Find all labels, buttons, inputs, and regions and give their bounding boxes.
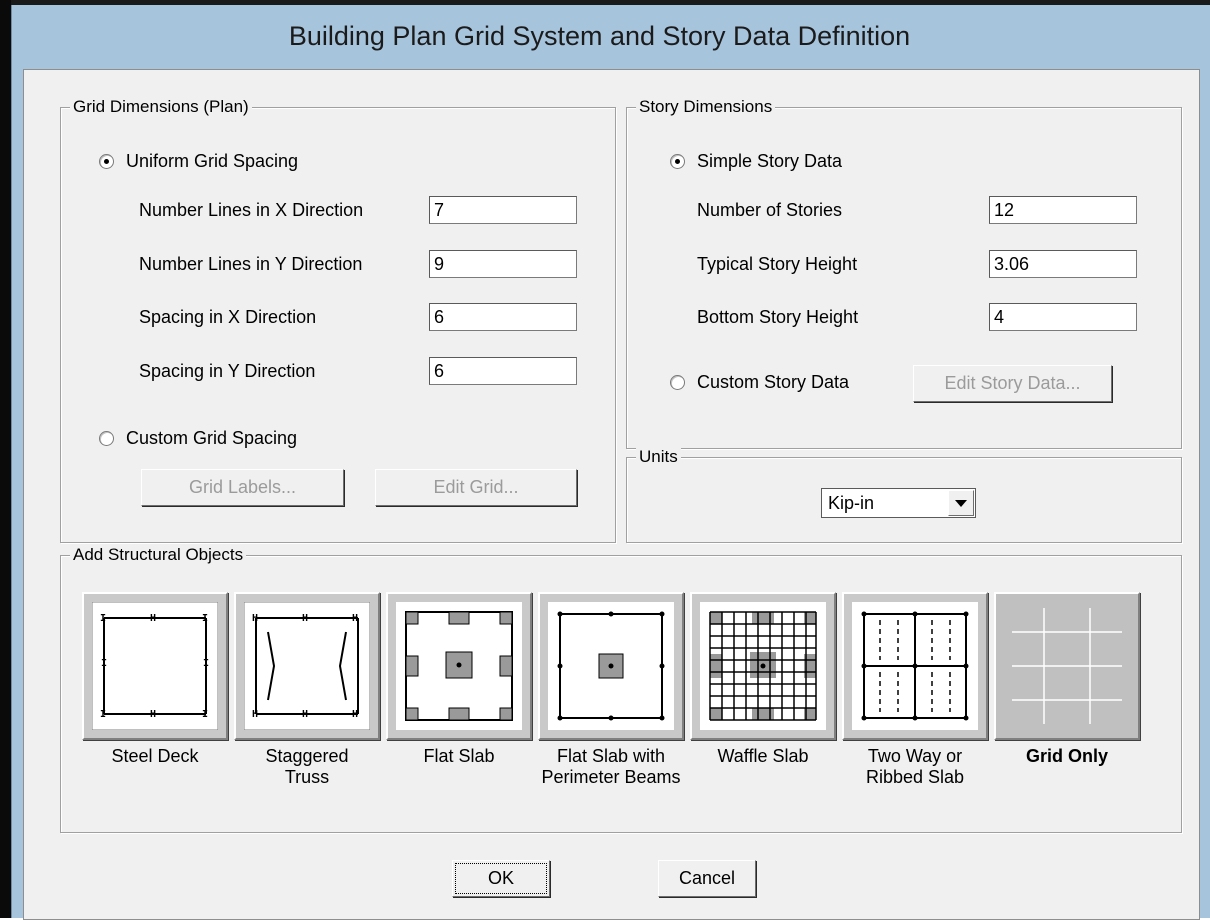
dialog-window: Building Plan Grid System and Story Data…: [11, 5, 1210, 920]
flat-slab-icon: [396, 602, 522, 730]
uniform-grid-spacing-radio[interactable]: Uniform Grid Spacing: [99, 151, 298, 172]
grid-dimensions-group: Grid Dimensions (Plan) Uniform Grid Spac…: [60, 97, 616, 543]
steel-deck-icon: I I I I H H I I: [92, 602, 218, 730]
structural-objects-legend: Add Structural Objects: [70, 545, 247, 565]
radio-selected-dot: [104, 159, 109, 164]
svg-text:H: H: [252, 613, 258, 624]
flat-slab-perimeter-beams-button[interactable]: [538, 592, 684, 740]
dialog-title: Building Plan Grid System and Story Data…: [288, 20, 911, 51]
spacing-x-input[interactable]: [429, 303, 577, 331]
number-of-stories-label: Number of Stories: [697, 200, 843, 220]
uniform-grid-spacing-label: Uniform Grid Spacing: [126, 151, 299, 171]
story-dimensions-group: Story Dimensions Simple Story Data Numbe…: [626, 97, 1182, 449]
number-of-stories-input[interactable]: [989, 196, 1137, 224]
svg-text:H: H: [302, 709, 308, 720]
svg-text:H: H: [150, 613, 156, 624]
staggered-truss-icon: H H H H H H: [244, 602, 370, 730]
simple-story-data-radio[interactable]: Simple Story Data: [670, 151, 842, 172]
steel-deck-label: Steel Deck: [111, 746, 199, 766]
grid-only-button[interactable]: [994, 592, 1140, 740]
flat-slab-perimeter-beams-label: Flat Slab with Perimeter Beams: [541, 746, 681, 787]
waffle-slab-icon: [700, 602, 826, 730]
radio-selected-dot: [675, 159, 680, 164]
edit-grid-button[interactable]: Edit Grid...: [375, 469, 577, 506]
units-legend: Units: [636, 447, 681, 467]
radio-indicator: [99, 154, 114, 169]
spacing-y-input[interactable]: [429, 357, 577, 385]
svg-text:I: I: [202, 613, 208, 624]
number-lines-y-label: Number Lines in Y Direction: [139, 254, 363, 274]
units-group: Units Kip-in: [626, 447, 1182, 543]
svg-text:H: H: [352, 613, 358, 624]
number-lines-y-input[interactable]: [429, 250, 577, 278]
number-lines-x-input[interactable]: [429, 196, 577, 224]
spacing-x-label: Spacing in X Direction: [139, 307, 317, 327]
bottom-story-height-input[interactable]: [989, 303, 1137, 331]
edit-story-data-button[interactable]: Edit Story Data...: [913, 365, 1112, 402]
flat-slab-button[interactable]: [386, 592, 532, 740]
svg-text:I: I: [101, 658, 107, 669]
staggered-truss-button[interactable]: H H H H H H: [234, 592, 380, 740]
units-selected-value: Kip-in: [828, 492, 875, 513]
grid-only-icon: [1004, 602, 1130, 730]
waffle-slab-button[interactable]: [690, 592, 836, 740]
svg-text:H: H: [302, 613, 308, 624]
story-dimensions-legend: Story Dimensions: [636, 97, 776, 117]
custom-story-data-radio[interactable]: Custom Story Data: [670, 372, 849, 393]
grid-labels-button[interactable]: Grid Labels...: [141, 469, 344, 506]
units-select[interactable]: Kip-in: [821, 488, 976, 518]
ok-button[interactable]: OK: [452, 860, 550, 897]
steel-deck-button[interactable]: I I I I H H I I: [82, 592, 228, 740]
grid-only-label: Grid Only: [1025, 746, 1108, 766]
radio-indicator: [670, 154, 685, 169]
staggered-truss-label: Staggered Truss: [265, 746, 349, 787]
svg-text:H: H: [150, 709, 156, 720]
number-lines-x-label: Number Lines in X Direction: [139, 200, 364, 220]
radio-indicator: [670, 375, 685, 390]
radio-indicator: [99, 431, 114, 446]
svg-text:I: I: [100, 709, 106, 720]
svg-text:I: I: [202, 709, 208, 720]
grid-dimensions-legend: Grid Dimensions (Plan): [70, 97, 252, 117]
spacing-y-label: Spacing in Y Direction: [139, 361, 316, 381]
flat-slab-perimeter-beams-icon: [548, 602, 674, 730]
cancel-button[interactable]: Cancel: [658, 860, 756, 897]
bottom-story-height-label: Bottom Story Height: [697, 307, 859, 327]
svg-text:I: I: [203, 658, 209, 669]
custom-story-data-label: Custom Story Data: [697, 372, 850, 392]
svg-text:H: H: [252, 709, 258, 720]
background-window-edge: [0, 0, 11, 918]
typical-story-height-label: Typical Story Height: [697, 254, 858, 274]
waffle-slab-label: Waffle Slab: [717, 746, 809, 766]
flat-slab-label: Flat Slab: [423, 746, 495, 766]
custom-grid-spacing-radio[interactable]: Custom Grid Spacing: [99, 428, 297, 449]
dialog-client-area: Grid Dimensions (Plan) Uniform Grid Spac…: [23, 69, 1200, 920]
simple-story-data-label: Simple Story Data: [697, 151, 843, 171]
custom-grid-spacing-label: Custom Grid Spacing: [126, 428, 298, 448]
dropdown-arrow-icon[interactable]: [948, 490, 974, 516]
two-way-ribbed-slab-button[interactable]: [842, 592, 988, 740]
two-way-ribbed-slab-icon: [852, 602, 978, 730]
svg-text:I: I: [100, 613, 106, 624]
title-bar[interactable]: Building Plan Grid System and Story Data…: [12, 5, 1210, 67]
typical-story-height-input[interactable]: [989, 250, 1137, 278]
two-way-ribbed-slab-label: Two Way or Ribbed Slab: [865, 746, 965, 787]
svg-text:H: H: [352, 709, 358, 720]
